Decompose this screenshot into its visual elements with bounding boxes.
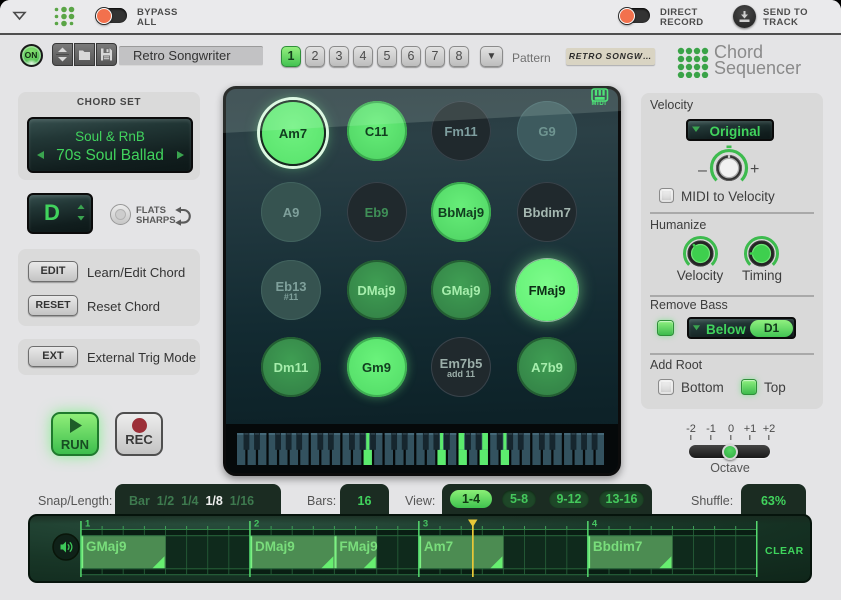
- svg-text:FMaj9: FMaj9: [339, 539, 377, 554]
- svg-text:Bbdim7: Bbdim7: [593, 539, 643, 554]
- svg-text:1: 1: [85, 519, 91, 530]
- svg-text:3: 3: [423, 519, 428, 530]
- svg-text:GMaj9: GMaj9: [86, 539, 127, 554]
- svg-text:DMaj9: DMaj9: [255, 539, 295, 554]
- svg-text:4: 4: [592, 519, 598, 530]
- svg-text:2: 2: [254, 519, 259, 530]
- svg-text:Am7: Am7: [424, 539, 453, 554]
